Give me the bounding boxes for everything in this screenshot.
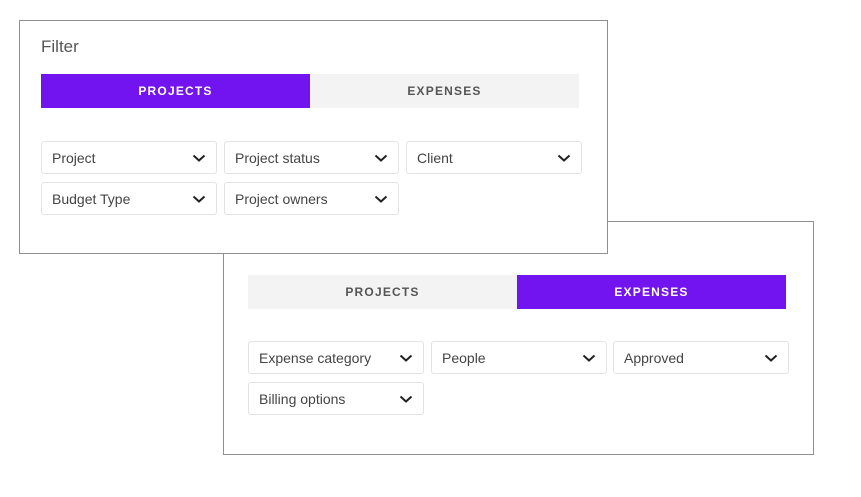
project-owners-dropdown[interactable]: Project owners — [224, 182, 399, 215]
dropdown-label: Budget Type — [52, 190, 131, 207]
tab-expenses[interactable]: EXPENSES — [310, 74, 579, 108]
client-dropdown[interactable]: Client — [406, 141, 582, 174]
tab-bar: PROJECTS EXPENSES — [41, 74, 579, 108]
dropdown-label: Client — [417, 149, 453, 166]
panel-title: Filter — [41, 37, 79, 56]
chevron-down-icon — [557, 154, 571, 162]
filter-panel-expenses: PROJECTS EXPENSES Expense category Peopl… — [223, 221, 814, 455]
dropdown-label: Approved — [624, 349, 684, 366]
tab-projects[interactable]: PROJECTS — [248, 275, 517, 309]
tab-projects[interactable]: PROJECTS — [41, 74, 310, 108]
dropdown-label: Project status — [235, 149, 320, 166]
chevron-down-icon — [374, 195, 388, 203]
chevron-down-icon — [374, 154, 388, 162]
chevron-down-icon — [764, 354, 778, 362]
chevron-down-icon — [192, 195, 206, 203]
expense-category-dropdown[interactable]: Expense category — [248, 341, 424, 374]
project-status-dropdown[interactable]: Project status — [224, 141, 399, 174]
chevron-down-icon — [582, 354, 596, 362]
chevron-down-icon — [399, 354, 413, 362]
tab-bar: PROJECTS EXPENSES — [248, 275, 786, 309]
dropdown-label: Project — [52, 149, 96, 166]
chevron-down-icon — [192, 154, 206, 162]
dropdown-label: Billing options — [259, 390, 346, 407]
tab-expenses[interactable]: EXPENSES — [517, 275, 786, 309]
people-dropdown[interactable]: People — [431, 341, 607, 374]
dropdown-label: People — [442, 349, 486, 366]
project-dropdown[interactable]: Project — [41, 141, 217, 174]
billing-options-dropdown[interactable]: Billing options — [248, 382, 424, 415]
approved-dropdown[interactable]: Approved — [613, 341, 789, 374]
dropdown-label: Expense category — [259, 349, 372, 366]
budget-type-dropdown[interactable]: Budget Type — [41, 182, 217, 215]
chevron-down-icon — [399, 395, 413, 403]
filter-panel-projects: Filter PROJECTS EXPENSES Project Project… — [19, 20, 608, 254]
dropdown-label: Project owners — [235, 190, 328, 207]
